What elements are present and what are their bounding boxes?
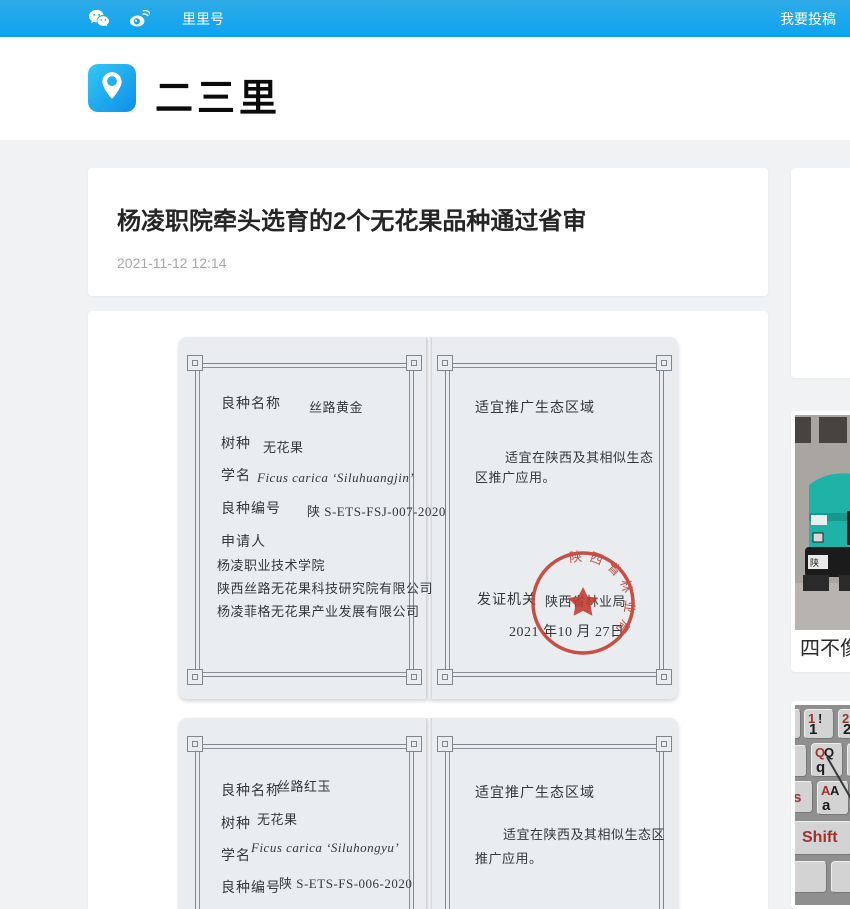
region-text: 推广应用。	[475, 851, 543, 866]
field-value: 丝路红玉	[277, 779, 332, 794]
site-header: 二三里	[0, 37, 850, 140]
submit-post-link[interactable]: 我要投稿	[780, 9, 836, 29]
field-label: 良种编号	[221, 881, 281, 896]
issuer-label: 发证机关	[477, 593, 537, 608]
field-value: 无花果	[263, 440, 304, 455]
sidebar-card-keyboard[interactable]: 1! 1 2 2 ab QQ q ps AA a Shift	[791, 701, 850, 909]
official-seal: 陕西省林业局	[531, 549, 637, 655]
field-label: 树种	[221, 437, 251, 452]
certificate-2-right-page	[429, 718, 678, 909]
certificate-image-2: 良种名称 丝路红玉 树种 无花果 学名 Ficus carica ‘Siluho…	[179, 718, 678, 909]
sidebar-card-truck[interactable]: 陕 四不像价格	[791, 411, 850, 672]
region-text: 适宜在陕西及其相似生态	[505, 450, 654, 465]
site-logo[interactable]	[88, 64, 136, 112]
svg-text:陕: 陕	[810, 557, 819, 569]
channel-link[interactable]: 里里号	[182, 9, 224, 29]
field-label: 学名	[221, 849, 251, 864]
svg-text:陕西省林业局: 陕西省林业局	[568, 549, 637, 641]
applicant: 杨凌职业技术学院	[217, 558, 326, 573]
region-title: 适宜推广生态区域	[475, 786, 595, 801]
field-value: Ficus carica ‘Siluhongyu’	[251, 840, 400, 855]
certificate-fold	[426, 718, 432, 909]
wechat-icon[interactable]	[88, 9, 110, 29]
topbar: 里里号 我要投稿	[0, 0, 850, 37]
article-title: 杨凌职院牵头选育的2个无花果品种通过省审	[117, 208, 587, 235]
article-body-card: 良种名称 丝路黄金 树种 无花果 学名 Ficus carica ‘Siluhu…	[88, 311, 768, 909]
field-label: 良种名称	[221, 397, 281, 412]
field-value: Ficus carica ‘Siluhuangjin’	[257, 470, 415, 485]
article-header-card: 杨凌职院牵头选育的2个无花果品种通过省审 2021-11-12 12:14	[88, 168, 768, 296]
article-date: 2021-11-12 12:14	[117, 255, 227, 271]
sidebar-card-1[interactable]	[791, 168, 850, 378]
applicant: 杨凌菲格无花果产业发展有限公司	[217, 604, 420, 619]
topbar-social: 里里号	[88, 9, 224, 29]
cursor-arrow-line	[826, 756, 850, 799]
field-value: 丝路黄金	[309, 400, 364, 415]
weibo-icon[interactable]	[128, 9, 151, 29]
field-label: 良种编号	[221, 502, 281, 517]
truck-image: 陕	[795, 415, 850, 630]
field-label: 学名	[221, 469, 251, 484]
sidebar-truck-caption[interactable]: 四不像价格	[795, 630, 850, 668]
field-value: 陕 S-ETS-FSJ-007-2020	[307, 504, 446, 519]
region-text: 适宜在陕西及其相似生态区	[503, 827, 666, 842]
certificate-image-1: 良种名称 丝路黄金 树种 无花果 学名 Ficus carica ‘Siluhu…	[179, 337, 678, 699]
field-label: 树种	[221, 817, 251, 832]
page: { "topbar": { "channel": "里里号", "submit"…	[0, 0, 850, 909]
field-label: 申请人	[221, 535, 266, 550]
applicant: 陕西丝路无花果科技研究院有限公司	[217, 581, 434, 596]
field-value: 陕 S-ETS-FS-006-2020	[279, 876, 413, 891]
keyboard-image: 1! 1 2 2 ab QQ q ps AA a Shift	[795, 705, 850, 905]
brand-name[interactable]: 二三里	[155, 67, 281, 122]
region-title: 适宜推广生态区域	[475, 401, 595, 416]
region-text: 区推广应用。	[475, 470, 557, 485]
field-value: 无花果	[257, 812, 298, 827]
field-label: 良种名称	[221, 784, 281, 799]
location-pin-icon	[99, 70, 125, 107]
